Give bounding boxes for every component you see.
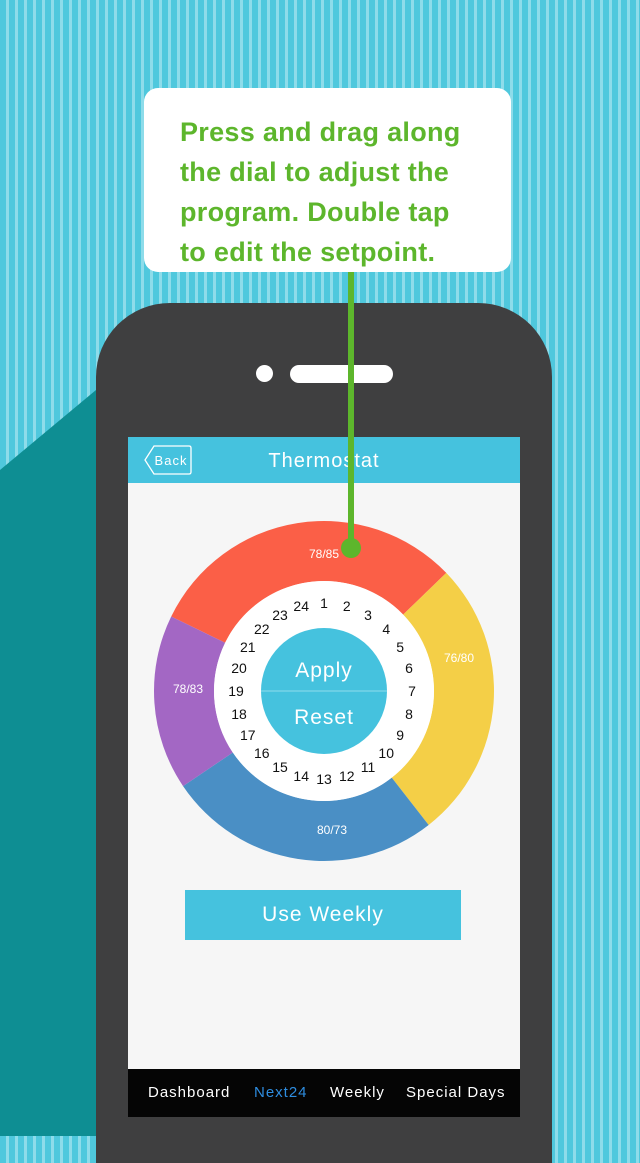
callout-pointer-dot [341,538,361,558]
app-screen: Thermostat Back 78/85 76/80 80/73 78/83 1 2 3 4… [128,437,520,1117]
hour-label: 9 [396,727,404,743]
instruction-line: program. Double tap [180,197,450,227]
use-weekly-button[interactable]: Use Weekly [185,890,461,940]
tab-special-days[interactable]: Special Days [406,1084,506,1101]
hour-label: 1 [320,595,328,611]
hour-label: 13 [316,771,332,787]
apply-button[interactable]: Apply [295,659,353,682]
instruction-line: Press and drag along [180,117,461,147]
hour-label: 18 [231,706,247,722]
segment-setpoint-label: 76/80 [444,651,474,665]
hour-label: 15 [272,759,288,775]
hour-label: 3 [364,607,372,623]
tab-next24[interactable]: Next24 [254,1084,308,1101]
program-dial[interactable]: 78/8576/8080/7378/831 2345678910111213141… [128,437,520,877]
hour-label: 5 [396,639,404,655]
callout-pointer-line [348,272,354,548]
instruction-text: Press and drag along the dial to adjust … [180,112,500,272]
hour-label: 2 [343,598,351,614]
hour-label: 4 [382,621,390,637]
hour-label: 21 [240,639,256,655]
segment-setpoint-label: 78/85 [309,547,339,561]
hour-label: 24 [293,598,309,614]
hour-label: 22 [254,621,270,637]
hour-label: 7 [408,683,416,699]
bottom-tab-bar: Dashboard Next24 Weekly Special Days [128,1069,520,1117]
hour-label: 20 [231,660,247,676]
segment-setpoint-label: 78/83 [173,682,203,696]
instruction-line: to edit the setpoint. [180,237,436,267]
segment-setpoint-label: 80/73 [317,823,347,837]
hour-label: 14 [293,768,309,784]
tab-dashboard[interactable]: Dashboard [148,1084,230,1101]
instruction-callout: Press and drag along the dial to adjust … [144,88,511,272]
hour-label: 19 [228,683,244,699]
instruction-line: the dial to adjust the [180,157,450,187]
hour-label: 17 [240,727,256,743]
tab-weekly[interactable]: Weekly [330,1084,385,1101]
hour-label: 12 [339,768,355,784]
hour-label: 16 [254,745,270,761]
speaker-icon [290,365,393,383]
hour-label: 11 [361,759,376,775]
hour-label: 6 [405,660,413,676]
hour-label: 10 [378,745,394,761]
hour-label: 23 [272,607,288,623]
camera-icon [256,365,273,382]
hour-label: 8 [405,706,413,722]
reset-button[interactable]: Reset [294,706,354,729]
